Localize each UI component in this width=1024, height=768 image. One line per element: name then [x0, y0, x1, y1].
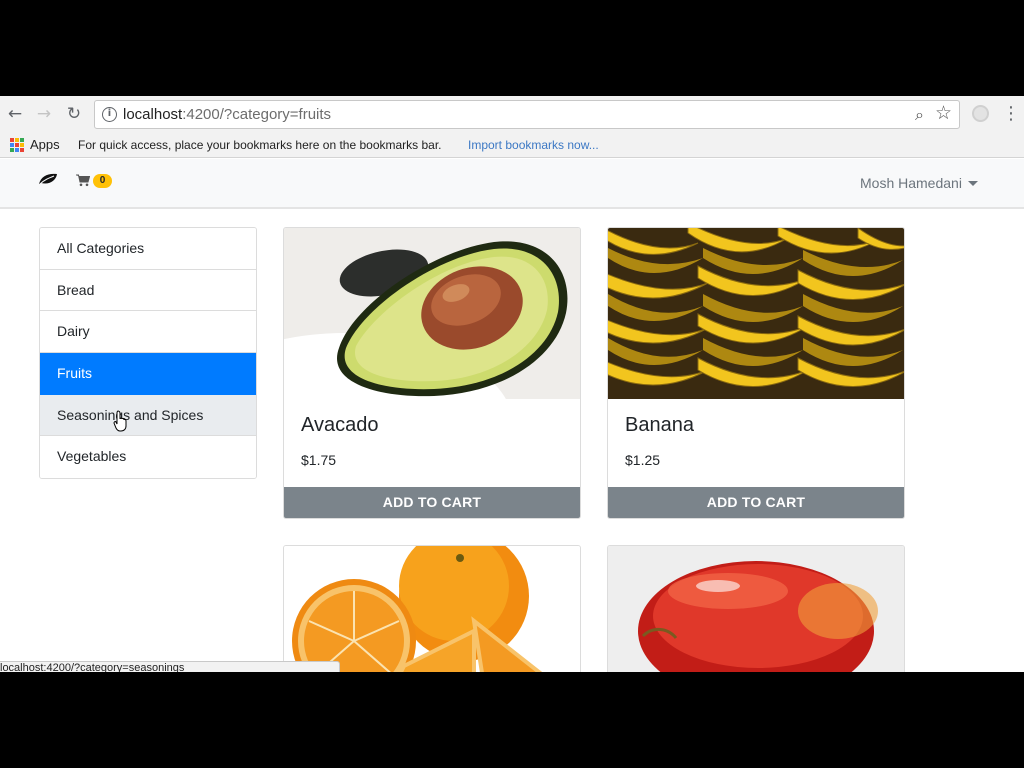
url-text: localhost:4200/?category=fruits — [123, 106, 331, 123]
user-dropdown[interactable]: Mosh Hamedani — [860, 175, 978, 191]
bookmarks-hint: For quick access, place your bookmarks h… — [78, 138, 442, 152]
info-icon[interactable]: i — [102, 107, 117, 122]
browser-menu-icon[interactable]: ⋮ — [1002, 102, 1020, 126]
product-image-banana — [608, 228, 904, 399]
address-bar[interactable]: i localhost:4200/?category=fruits ⌕ ☆ — [94, 100, 960, 129]
product-card: Avacado $1.75 ADD TO CART — [283, 227, 581, 519]
add-to-cart-button[interactable]: ADD TO CART — [608, 487, 904, 518]
product-title: Avacado — [301, 414, 379, 436]
link-status-bubble: localhost:4200/?category=seasonings — [0, 661, 340, 672]
bookmark-star-icon[interactable]: ☆ — [935, 102, 952, 124]
apps-grid-icon[interactable] — [10, 138, 24, 152]
cart-count-badge: 0 — [93, 174, 112, 188]
extension-icon[interactable] — [972, 105, 989, 122]
bookmarks-bar: Apps For quick access, place your bookma… — [0, 132, 1024, 158]
product-title: Banana — [625, 414, 694, 436]
caret-down-icon — [967, 181, 978, 186]
product-image-avocado — [284, 228, 580, 399]
back-button[interactable]: ← — [5, 104, 25, 124]
category-list: All Categories Bread Dairy Fruits Season… — [39, 227, 257, 480]
apps-link[interactable]: Apps — [30, 137, 60, 152]
category-item-dairy[interactable]: Dairy — [40, 311, 256, 354]
hand-cursor-icon — [113, 410, 127, 432]
product-price: $1.25 — [625, 452, 661, 468]
forward-button[interactable]: → — [34, 104, 54, 124]
category-item-all[interactable]: All Categories — [40, 228, 256, 270]
category-item-fruits[interactable]: Fruits — [40, 353, 256, 395]
import-bookmarks-link[interactable]: Import bookmarks now... — [468, 138, 599, 152]
product-card — [283, 545, 581, 672]
product-image-orange — [284, 546, 580, 672]
app-navbar: 0 Mosh Hamedani — [0, 159, 1024, 209]
url-path: :4200/?category=fruits — [182, 106, 332, 123]
shopping-cart-icon — [76, 174, 90, 187]
zoom-icon[interactable]: ⌕ — [915, 105, 924, 125]
browser-window: ← → ↻ i localhost:4200/?category=fruits … — [0, 96, 1024, 672]
leaf-icon[interactable] — [38, 173, 58, 185]
browser-toolbar: ← → ↻ i localhost:4200/?category=fruits … — [0, 96, 1024, 132]
user-name: Mosh Hamedani — [860, 175, 962, 191]
url-host: localhost — [123, 106, 183, 123]
product-price: $1.75 — [301, 452, 337, 468]
reload-button[interactable]: ↻ — [64, 104, 84, 124]
category-item-vegetables[interactable]: Vegetables — [40, 436, 256, 479]
product-card: Banana $1.25 ADD TO CART — [607, 227, 905, 519]
add-to-cart-button[interactable]: ADD TO CART — [284, 487, 580, 518]
product-image-apple — [608, 546, 904, 672]
product-card — [607, 545, 905, 672]
category-item-bread[interactable]: Bread — [40, 269, 256, 312]
category-item-seasonings[interactable]: Seasonings and Spices — [40, 394, 256, 437]
